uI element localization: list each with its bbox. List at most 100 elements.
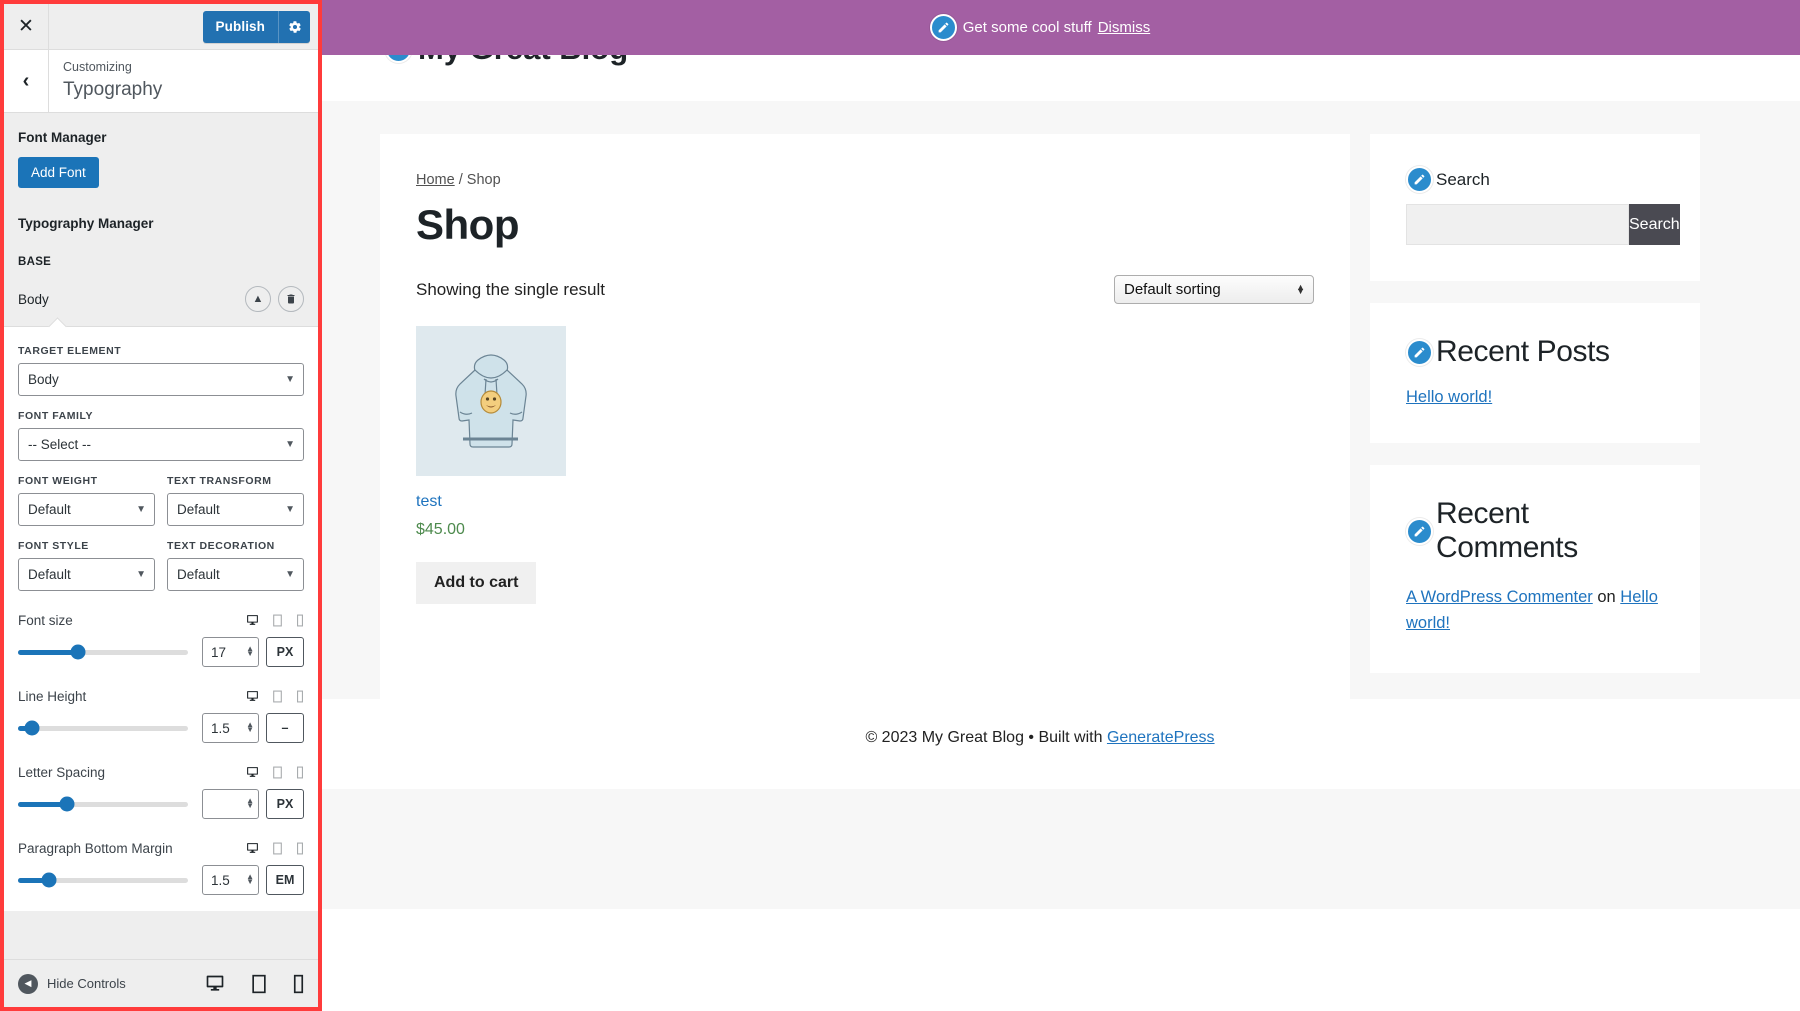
widget-search: Search Search — [1370, 134, 1700, 281]
desktop-icon[interactable] — [246, 766, 259, 779]
font-style-select-wrap[interactable]: Default ▼ — [18, 558, 155, 591]
edit-pencil-icon[interactable] — [1406, 338, 1433, 366]
sorting-select-value: Default sorting — [1124, 281, 1221, 298]
font-weight-select[interactable]: Default — [18, 493, 155, 526]
comment-author-link[interactable]: A WordPress Commenter — [1406, 588, 1593, 606]
body-accordion-header[interactable]: Body ▲ — [18, 286, 304, 312]
sidebar-widgets: Search Search Recent Posts Hello world! … — [1370, 134, 1700, 673]
dismiss-link[interactable]: Dismiss — [1098, 19, 1151, 36]
close-icon[interactable]: ✕ — [4, 4, 49, 49]
chevron-up-icon[interactable]: ▲ — [245, 286, 271, 312]
tablet-icon[interactable] — [251, 974, 267, 994]
text-decoration-select-wrap[interactable]: Default ▼ — [167, 558, 304, 591]
text-transform-select[interactable]: Default — [167, 493, 304, 526]
site-footer: © 2023 My Great Blog • Built with Genera… — [280, 699, 1800, 789]
slider-label: Line Height — [18, 689, 87, 704]
tablet-icon[interactable] — [272, 614, 283, 627]
site-title[interactable]: My Great Blog — [418, 55, 628, 67]
product-name-link[interactable]: test — [416, 493, 566, 511]
add-font-button[interactable]: Add Font — [18, 157, 99, 188]
breadcrumb: Customizing — [63, 60, 132, 74]
target-element-select-wrap[interactable]: Body ▼ — [18, 363, 304, 396]
slider-group-font-size: Font size 17 ▲ ▼ PX — [18, 613, 304, 667]
gear-icon[interactable] — [278, 10, 310, 43]
recent-comment-item: A WordPress Commenter on Hello world! — [1406, 584, 1664, 637]
publish-button[interactable]: Publish — [203, 11, 278, 43]
edit-pencil-icon[interactable] — [929, 14, 957, 41]
tablet-icon[interactable] — [272, 766, 283, 779]
slider-knob[interactable] — [24, 720, 40, 736]
desktop-icon[interactable] — [205, 974, 225, 994]
search-input[interactable] — [1406, 204, 1629, 245]
widget-title: Recent Comments — [1436, 497, 1578, 564]
slider-number-box[interactable]: ▲▼ — [202, 865, 259, 895]
typography-manager-heading: Typography Manager — [18, 216, 154, 231]
slider-number-box[interactable]: ▲▼ — [202, 637, 259, 667]
generatepress-link[interactable]: GeneratePress — [1107, 729, 1215, 746]
slider-track[interactable] — [18, 720, 188, 736]
mobile-icon[interactable] — [296, 614, 304, 627]
breadcrumb-separator: / — [454, 172, 467, 188]
trash-icon[interactable] — [278, 286, 304, 312]
slider-unit-button[interactable]: PX — [266, 637, 304, 667]
font-family-select[interactable]: -- Select -- — [18, 428, 304, 461]
add-to-cart-button[interactable]: Add to cart — [416, 562, 537, 604]
recent-post-link[interactable]: Hello world! — [1406, 388, 1492, 407]
sorting-select[interactable]: Default sorting ▲ ▼ — [1114, 275, 1314, 304]
text-decoration-select[interactable]: Default — [167, 558, 304, 591]
tablet-icon[interactable] — [272, 690, 283, 703]
preview-device-toggles — [205, 974, 304, 994]
target-element-label: TARGET ELEMENT — [18, 345, 122, 357]
product-image[interactable] — [416, 326, 566, 476]
font-manager-heading: Font Manager — [18, 130, 107, 145]
mobile-icon[interactable] — [296, 842, 304, 855]
slider-knob[interactable] — [70, 644, 85, 660]
slider-unit-button[interactable]: PX — [266, 789, 304, 819]
search-button[interactable]: Search — [1629, 204, 1680, 245]
font-weight-label: FONT WEIGHT — [18, 475, 98, 487]
edit-pencil-icon[interactable] — [385, 55, 412, 63]
target-element-select[interactable]: Body — [18, 363, 304, 396]
chevron-left-icon[interactable]: ‹ — [4, 50, 49, 112]
hide-controls-button[interactable]: ◀ Hide Controls — [18, 973, 126, 994]
widget-title: Search — [1436, 169, 1490, 189]
slider-track[interactable] — [18, 796, 188, 812]
mobile-icon[interactable] — [296, 690, 304, 703]
mobile-icon[interactable] — [293, 974, 304, 994]
tablet-icon[interactable] — [272, 842, 283, 855]
mobile-icon[interactable] — [296, 766, 304, 779]
edit-pencil-icon[interactable] — [1406, 517, 1433, 545]
slider-track[interactable] — [18, 644, 188, 660]
customizer-header: ‹ Customizing Typography — [4, 50, 318, 113]
slider-label: Letter Spacing — [18, 765, 106, 780]
font-family-select-wrap[interactable]: -- Select -- ▼ — [18, 428, 304, 461]
text-transform-select-wrap[interactable]: Default ▼ — [167, 493, 304, 526]
customizer-panel: ✕ Publish ‹ Customizing Typography Font … — [0, 0, 322, 1011]
footer-strip — [280, 789, 1800, 909]
slider-number-box[interactable]: ▲▼ — [202, 789, 259, 819]
desktop-icon[interactable] — [246, 614, 259, 627]
stepper-arrows-icon[interactable]: ▲ ▼ — [246, 797, 254, 809]
site-header-strip: My Great Blog — [280, 55, 1800, 101]
desktop-icon[interactable] — [246, 842, 259, 855]
slider-knob[interactable] — [59, 796, 75, 812]
slider-knob[interactable] — [41, 872, 57, 888]
font-style-select[interactable]: Default — [18, 558, 155, 591]
customizer-controls: Font Manager Add Font Typography Manager… — [4, 114, 318, 959]
edit-pencil-icon[interactable] — [1406, 166, 1433, 193]
desktop-icon[interactable] — [246, 690, 259, 703]
result-count: Showing the single result — [416, 279, 606, 299]
stepper-arrows-icon[interactable]: ▲ ▼ — [246, 721, 254, 733]
stepper-arrows-icon[interactable]: ▲ ▼ — [246, 645, 254, 657]
slider-number-box[interactable]: ▲▼ — [202, 713, 259, 743]
stepper-arrows-icon[interactable]: ▲ ▼ — [246, 873, 254, 885]
slider-unit-button[interactable]: – — [266, 713, 304, 743]
font-weight-select-wrap[interactable]: Default ▼ — [18, 493, 155, 526]
slider-track[interactable] — [18, 872, 188, 888]
body-typography-card: TARGET ELEMENT Body ▼ FONT FAMILY -- Sel… — [4, 326, 318, 911]
breadcrumb-home[interactable]: Home — [416, 172, 455, 188]
font-style-label: FONT STYLE — [18, 540, 89, 552]
slider-unit-button[interactable]: EM — [266, 865, 304, 895]
slider-label: Font size — [18, 613, 73, 628]
page-background: Home / Shop Shop Showing the single resu… — [280, 101, 1800, 909]
